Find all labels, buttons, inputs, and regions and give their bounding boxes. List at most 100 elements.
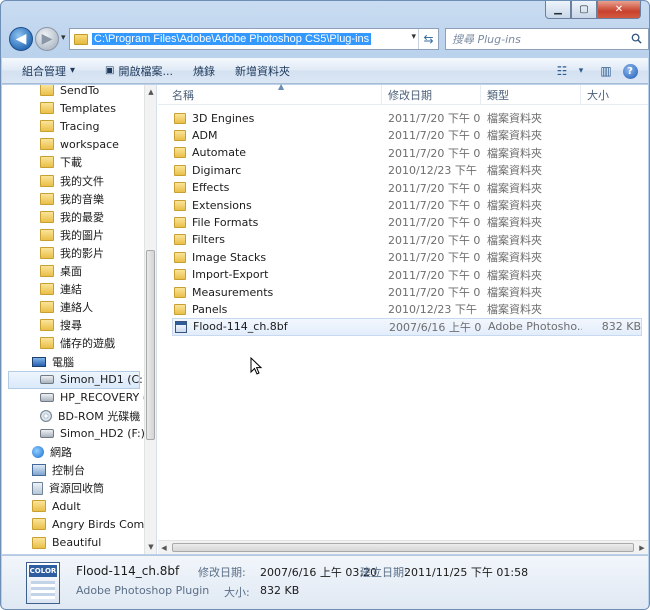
help-button[interactable]: ? [618, 60, 642, 82]
tree-item[interactable]: 桌面 [2, 262, 82, 280]
detail-modified-label: 修改日期: [198, 566, 246, 579]
row-type: 檔案資料夾 [487, 216, 542, 230]
tree-item[interactable]: 連絡人 [2, 298, 93, 316]
burn-button[interactable]: 燒錄 [183, 60, 225, 82]
tree-item[interactable]: 儲存的遊戲 [2, 334, 115, 352]
detail-size-label: 大小: [224, 586, 250, 599]
scroll-thumb[interactable] [172, 543, 634, 552]
tree-item[interactable]: 連結 [2, 280, 82, 298]
search-icon[interactable] [631, 33, 642, 44]
tree-item-label: Beautiful [52, 536, 102, 549]
preview-pane-icon[interactable]: ▥ [594, 60, 618, 82]
folder-row[interactable]: Effects 2011/7/20 下午 0... 檔案資料夾 [172, 179, 642, 197]
address-dropdown-icon[interactable]: ▾ [411, 32, 416, 42]
tree-item[interactable]: Tracing [2, 117, 99, 135]
folder-row[interactable]: 3D Engines 2011/7/20 下午 0... 檔案資料夾 [172, 109, 642, 127]
tree-item[interactable]: 我的音樂 [2, 190, 104, 208]
row-name-cell: Flood-114_ch.8bf [173, 320, 373, 333]
row-name: Flood-114_ch.8bf [193, 320, 288, 334]
tree-item[interactable]: Beautiful [2, 534, 101, 552]
scroll-up-icon[interactable]: ▲ [145, 85, 156, 99]
tree-item[interactable]: workspace [2, 135, 119, 153]
row-type: 檔案資料夾 [487, 303, 542, 317]
file-list-scrollbar[interactable]: ◀ ▶ [158, 540, 648, 554]
folder-row[interactable]: Filters 2011/7/20 下午 0... 檔案資料夾 [172, 231, 642, 249]
row-date: 2011/7/20 下午 0... [388, 233, 480, 247]
tree-item-label: Tracing [60, 119, 100, 133]
tree-item-label: HP_RECOVERY (D: [60, 391, 157, 405]
scroll-down-icon[interactable]: ▼ [145, 540, 156, 554]
tree-item[interactable]: HP_RECOVERY (D: [2, 389, 157, 407]
folder-icon [32, 518, 46, 531]
tree-item[interactable]: 網路 [2, 443, 72, 461]
folder-row[interactable]: Automate 2011/7/20 下午 0... 檔案資料夾 [172, 144, 642, 162]
scroll-thumb[interactable] [146, 250, 155, 440]
tree-item[interactable]: 電腦 [2, 353, 74, 371]
view-dropdown-icon[interactable]: ▾ [574, 60, 588, 82]
navigation-scrollbar[interactable]: ▲ ▼ [144, 85, 156, 554]
new-folder-button[interactable]: 新增資料夾 [225, 60, 300, 82]
command-toolbar: 組合管理 ▾ ▣ 開啟檔案... 燒錄 新增資料夾 ☷ ▾ ▥ ? [2, 58, 648, 84]
tree-item[interactable]: 我的最愛 [2, 208, 104, 226]
scroll-right-icon[interactable]: ▶ [636, 541, 648, 555]
column-modified[interactable]: 修改日期 [382, 85, 481, 105]
folder-icon [40, 283, 54, 296]
tree-item[interactable]: Simon_HD1 (C:) [8, 370, 147, 389]
tree-item[interactable]: 我的文件 [2, 172, 104, 190]
folder-icon [40, 228, 54, 241]
tree-item[interactable]: 下載 [2, 153, 82, 171]
folder-row[interactable]: ADM 2011/7/20 下午 0... 檔案資料夾 [172, 126, 642, 144]
tree-item-label: 桌面 [60, 265, 82, 278]
folder-icon [40, 319, 54, 332]
tree-item[interactable]: 控制台 [2, 461, 85, 479]
row-type: Adobe Photosho... [488, 320, 582, 334]
folder-row[interactable]: Digimarc 2010/12/23 下午 5... 檔案資料夾 [172, 161, 642, 179]
row-type: 檔案資料夾 [487, 199, 542, 212]
tree-item[interactable]: 我的圖片 [2, 226, 104, 244]
row-date: 2011/7/20 下午 0... [388, 146, 480, 160]
folder-icon [40, 301, 54, 314]
file-row[interactable]: Flood-114_ch.8bf 2007/6/16 上午 0... Adobe P… [172, 317, 642, 336]
open-button[interactable]: ▣ 開啟檔案... [95, 60, 183, 82]
tree-item[interactable]: SendTo [2, 85, 99, 99]
tree-item[interactable]: 我的影片 [2, 244, 104, 262]
tree-item[interactable]: 資源回收筒 [2, 479, 104, 497]
column-name[interactable]: 名稱 ▲ [166, 82, 382, 105]
view-options-icon[interactable]: ☷ [550, 60, 574, 82]
refresh-icon[interactable]: ⇆ [418, 29, 438, 49]
folder-row[interactable]: Extensions 2011/7/20 下午 0... 檔案資料夾 [172, 196, 642, 214]
column-type[interactable]: 類型 [481, 85, 581, 105]
minimize-button[interactable]: ▁ [545, 1, 571, 19]
recent-pages-dropdown[interactable]: ▾ [61, 33, 66, 43]
search-input[interactable]: 搜尋 Plug-ins [445, 28, 649, 50]
caption-buttons: ▁ ▢ ✕ [545, 1, 641, 19]
tree-item[interactable]: 搜尋 [2, 316, 82, 334]
detail-file-name: Flood-114_ch.8bf [76, 564, 180, 578]
tree-item[interactable]: Adult [2, 497, 81, 515]
tree-item[interactable]: Angry Birds Comic [2, 515, 153, 533]
row-date: 2011/7/20 下午 0... [388, 181, 480, 195]
forward-button[interactable]: ▶ [35, 27, 59, 51]
drive-icon [40, 393, 54, 403]
tree-item-label: 網路 [50, 446, 72, 459]
row-type: 檔案資料夾 [487, 233, 542, 247]
tree-item-label: Templates [60, 101, 116, 115]
scroll-left-icon[interactable]: ◀ [158, 541, 170, 555]
address-bar[interactable]: C:\Program Files\Adobe\Adobe Photoshop C… [69, 28, 439, 50]
folder-row[interactable]: Import-Export 2011/7/20 下午 0... 檔案資料夾 [172, 266, 642, 284]
folder-row[interactable]: Panels 2010/12/23 下午 5... 檔案資料夾 [172, 300, 642, 318]
back-button[interactable]: ◀ [9, 27, 33, 51]
address-path[interactable]: C:\Program Files\Adobe\Adobe Photoshop C… [92, 33, 372, 45]
tree-item[interactable]: Templates [2, 99, 116, 117]
folder-row[interactable]: Image Stacks 2011/7/20 下午 0... 檔案資料夾 [172, 248, 642, 266]
column-size[interactable]: 大小 [581, 85, 641, 105]
tree-item[interactable]: Simon_HD2 (F:) [2, 425, 145, 443]
organize-menu[interactable]: 組合管理 ▾ [12, 60, 89, 82]
folder-row[interactable]: Measurements 2011/7/20 下午 0... 檔案資料夾 [172, 283, 642, 301]
row-name: Panels [192, 302, 228, 316]
folder-row[interactable]: File Formats 2011/7/20 下午 0... 檔案資料夾 [172, 213, 642, 231]
tree-item[interactable]: BD-ROM 光碟機 (E [2, 407, 155, 425]
row-date: 2011/7/20 下午 0... [388, 268, 480, 282]
maximize-button[interactable]: ▢ [571, 1, 597, 19]
close-button[interactable]: ✕ [597, 1, 641, 19]
